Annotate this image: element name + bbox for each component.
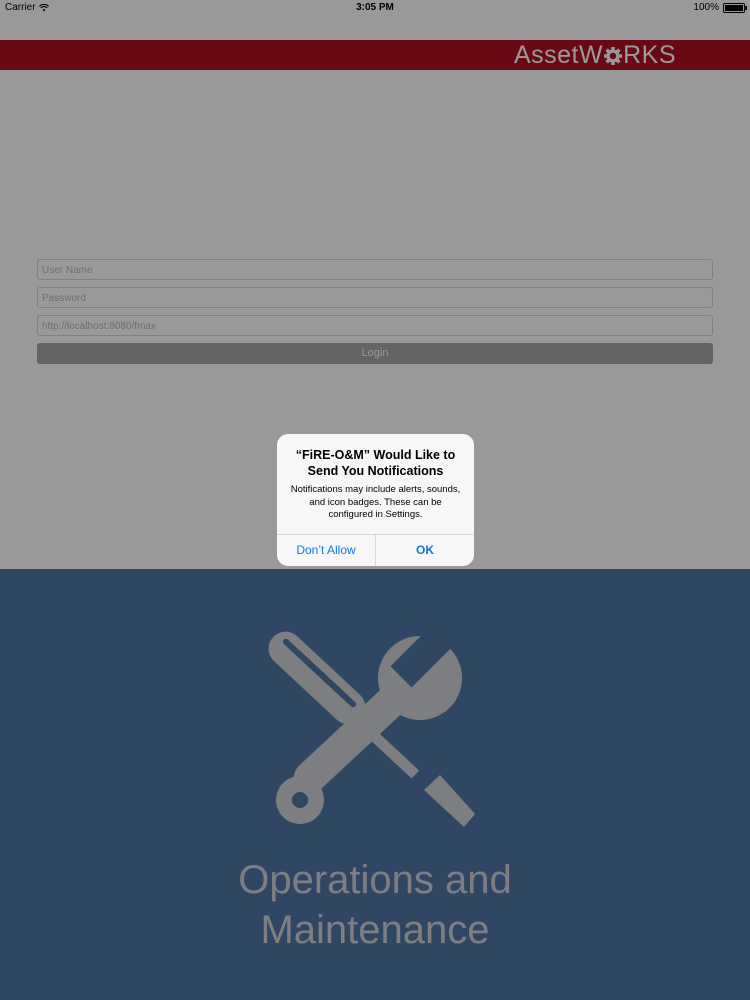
alert-message: Notifications may include alerts, sounds… — [290, 484, 461, 520]
ok-button[interactable]: OK — [375, 535, 474, 566]
alert-button-row: Don’t Allow OK — [277, 534, 474, 566]
alert-title: “FiRE-O&M” Would Like to Send You Notifi… — [295, 448, 456, 478]
dont-allow-button[interactable]: Don’t Allow — [277, 535, 375, 566]
notification-permission-alert: “FiRE-O&M” Would Like to Send You Notifi… — [277, 434, 474, 566]
